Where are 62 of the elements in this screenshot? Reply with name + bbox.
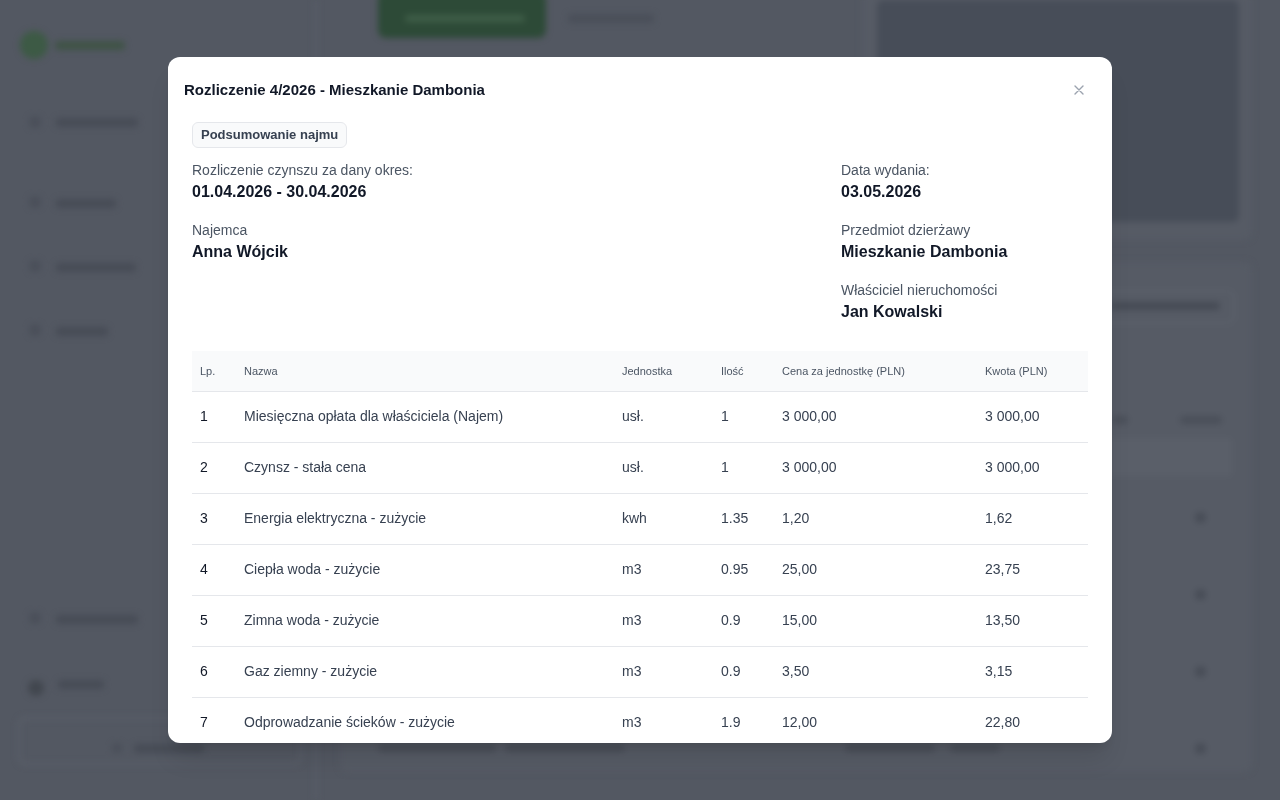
detail-label: Data wydania: [841, 161, 930, 180]
table-cell: m3 [614, 595, 713, 646]
detail-value: Mieszkanie Dambonia [841, 242, 1008, 262]
table-cell: 4 [192, 544, 236, 595]
close-button[interactable] [1072, 83, 1086, 97]
column-header: Cena za jednostkę (PLN) [774, 351, 977, 391]
close-icon [1074, 85, 1084, 95]
table-cell: 1,20 [774, 493, 977, 544]
table-cell: m3 [614, 646, 713, 697]
table-cell: 3,50 [774, 646, 977, 697]
detail-label: Właściciel nieruchomości [841, 281, 998, 300]
column-header: Jednostka [614, 351, 713, 391]
table-cell: 23,75 [977, 544, 1088, 595]
table-cell: Czynsz - stała cena [236, 442, 614, 493]
detail-value: Jan Kowalski [841, 302, 943, 322]
table-cell: 13,50 [977, 595, 1088, 646]
summary-tab[interactable]: Podsumowanie najmu [192, 122, 348, 148]
table-cell: 0.9 [713, 595, 774, 646]
column-header: Ilość [713, 351, 774, 391]
table-cell: Energia elektryczna - zużycie [236, 493, 614, 544]
table-cell: 3 000,00 [977, 442, 1088, 493]
table-cell: 3,15 [977, 646, 1088, 697]
table-cell: 3 [192, 493, 236, 544]
table-cell: 5 [192, 595, 236, 646]
table-cell: 0.9 [713, 646, 774, 697]
table-cell: m3 [614, 544, 713, 595]
detail-label: Przedmiot dzierżawy [841, 221, 971, 240]
table-cell: 6 [192, 646, 236, 697]
table-cell: m3 [614, 697, 713, 743]
table-cell: Miesięczna opłata dla właściciela (Najem) [236, 391, 614, 442]
table-cell: usł. [614, 391, 713, 442]
table-cell: Gaz ziemny - zużycie [236, 646, 614, 697]
table-cell: 1 [713, 391, 774, 442]
table-cell: 22,80 [977, 697, 1088, 743]
column-header: Nazwa [236, 351, 614, 391]
column-header: Lp. [192, 351, 236, 391]
table-cell: Ciepła woda - zużycie [236, 544, 614, 595]
table-cell: 15,00 [774, 595, 977, 646]
table-cell: Odprowadzanie ścieków - zużycie [236, 697, 614, 743]
detail-label: Najemca [192, 221, 248, 240]
table-cell: 0.95 [713, 544, 774, 595]
table-cell: usł. [614, 442, 713, 493]
table-cell: 1.9 [713, 697, 774, 743]
table-cell: kwh [614, 493, 713, 544]
table-cell: 25,00 [774, 544, 977, 595]
table-cell: 7 [192, 697, 236, 743]
table-cell: 1 [192, 391, 236, 442]
table-cell: 3 000,00 [977, 391, 1088, 442]
detail-value: 01.04.2026 - 30.04.2026 [192, 182, 367, 202]
table-cell: 1 [713, 442, 774, 493]
table-cell: 2 [192, 442, 236, 493]
table-cell: 1,62 [977, 493, 1088, 544]
table-cell: 3 000,00 [774, 442, 977, 493]
table-cell: Zimna woda - zużycie [236, 595, 614, 646]
detail-label: Rozliczenie czynszu za dany okres: [192, 161, 413, 180]
table-cell: 1.35 [713, 493, 774, 544]
table-cell: 12,00 [774, 697, 977, 743]
column-header: Kwota (PLN) [977, 351, 1088, 391]
dialog-title: Rozliczenie 4/2026 - Mieszkanie Dambonia [184, 80, 485, 100]
table-cell: 3 000,00 [774, 391, 977, 442]
detail-value: 03.05.2026 [841, 182, 922, 202]
detail-value: Anna Wójcik [192, 242, 288, 262]
